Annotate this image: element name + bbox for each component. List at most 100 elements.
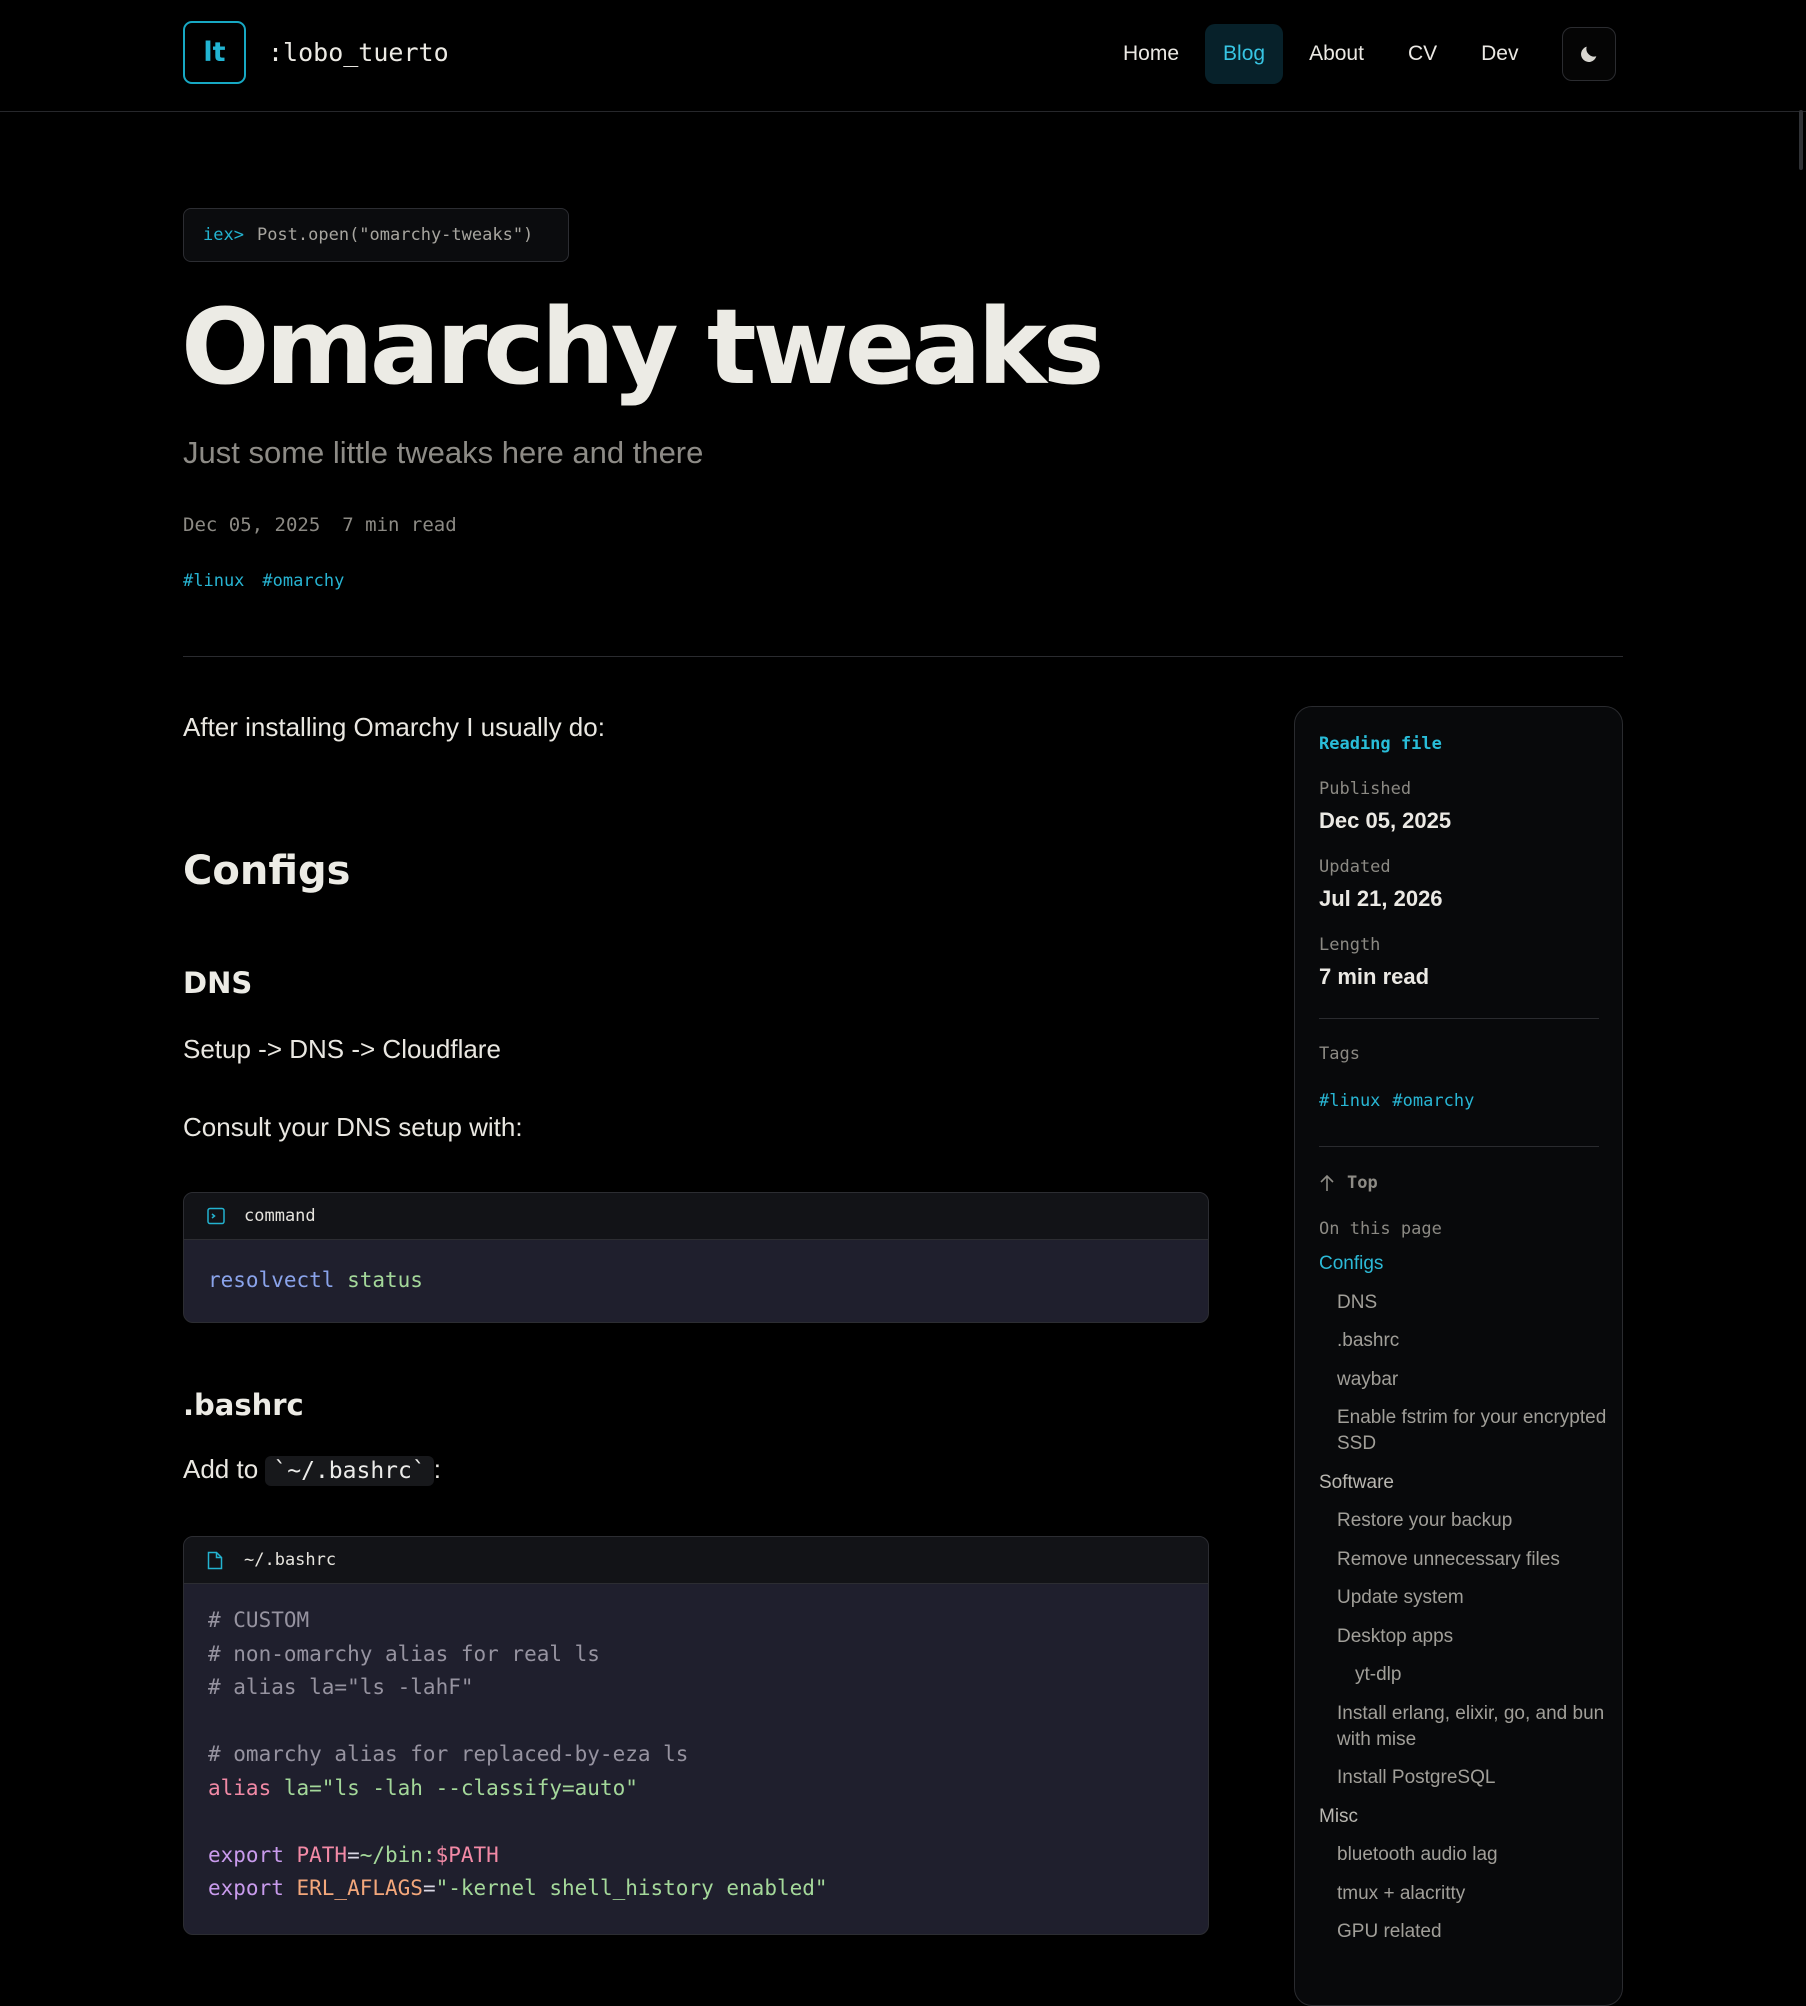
post-read-time: 7 min read	[342, 514, 457, 536]
toc-item-restore-backup[interactable]: Restore your backup	[1319, 1508, 1609, 1534]
code-token: ~/bin:	[359, 1842, 436, 1867]
length-value: 7 min read	[1319, 964, 1430, 989]
code-token: $PATH	[435, 1842, 499, 1867]
bashrc-suffix: :	[433, 1454, 441, 1484]
prompt-prefix: iex>	[203, 225, 244, 245]
code-block-bashrc: ~/.bashrc # CUSTOM # non-omarchy alias f…	[183, 1536, 1209, 1935]
tag-link[interactable]: #linux	[1319, 1091, 1380, 1111]
toc-item-software[interactable]: Software	[1319, 1470, 1609, 1496]
post-tags: #linux #omarchy	[183, 571, 344, 591]
site-logo[interactable]: lt	[183, 21, 246, 84]
table-of-contents: Configs DNS .bashrc waybar Enable fstrim…	[1319, 1251, 1609, 1958]
toc-item-bashrc[interactable]: .bashrc	[1319, 1328, 1609, 1354]
sidebar-divider	[1319, 1018, 1599, 1019]
tag-link[interactable]: #linux	[183, 571, 244, 591]
nav-dev[interactable]: Dev	[1463, 24, 1536, 84]
heading-configs: Configs	[183, 848, 351, 894]
sidebar-tags: #linux #omarchy	[1319, 1091, 1474, 1111]
nav-cv[interactable]: CV	[1390, 24, 1455, 84]
code-token: alias	[208, 1775, 272, 1800]
tag-link[interactable]: #omarchy	[262, 571, 344, 591]
code-body[interactable]: # CUSTOM # non-omarchy alias for real ls…	[184, 1584, 1208, 1906]
code-block-header: command	[184, 1193, 1208, 1240]
toc-item-desktop-apps[interactable]: Desktop apps	[1319, 1624, 1609, 1650]
code-token: =	[347, 1842, 360, 1867]
published-value: Dec 05, 2025	[1319, 808, 1452, 833]
toc-item-yt-dlp[interactable]: yt-dlp	[1319, 1662, 1609, 1688]
tag-link[interactable]: #omarchy	[1392, 1091, 1474, 1111]
code-token: "-kernel shell_history enabled"	[435, 1876, 828, 1900]
moon-icon	[1581, 46, 1597, 62]
updated-label: Updated	[1319, 857, 1391, 877]
code-block-command: command resolvectl status	[183, 1192, 1209, 1323]
toc-item-postgresql[interactable]: Install PostgreSQL	[1319, 1765, 1609, 1791]
code-line: # alias la="ls -lahF"	[208, 1675, 474, 1699]
post-date: Dec 05, 2025	[183, 514, 321, 536]
site-brand-name[interactable]: :lobo_tuerto	[268, 38, 449, 67]
file-icon	[207, 1550, 227, 1570]
nav-blog[interactable]: Blog	[1205, 24, 1284, 84]
bashrc-paragraph: Add to `~/.bashrc`:	[183, 1454, 441, 1486]
toc-item-remove-files[interactable]: Remove unnecessary files	[1319, 1547, 1609, 1573]
toc-item-waybar[interactable]: waybar	[1319, 1367, 1609, 1393]
code-block-header: ~/.bashrc	[184, 1537, 1208, 1584]
code-line: # non-omarchy alias for real ls	[208, 1641, 600, 1666]
code-token: "ls -lah --classify=auto"	[321, 1775, 638, 1800]
updated-value: Jul 21, 2026	[1319, 886, 1443, 911]
code-token: export	[208, 1842, 284, 1867]
toc-item-dns[interactable]: DNS	[1319, 1290, 1609, 1316]
nav-home[interactable]: Home	[1105, 24, 1197, 84]
toc-item-misc[interactable]: Misc	[1319, 1804, 1609, 1830]
top-label: Top	[1347, 1173, 1378, 1193]
code-token: la=	[271, 1775, 322, 1800]
dns-consult-paragraph: Consult your DNS setup with:	[183, 1112, 523, 1142]
back-to-top-link[interactable]: Top	[1319, 1173, 1378, 1193]
main-nav: Home Blog About CV Dev	[1105, 24, 1537, 84]
code-block-label: ~/.bashrc	[244, 1550, 337, 1570]
page-scrollbar[interactable]	[1799, 110, 1803, 170]
code-line: export PATH=~/bin:$PATH	[208, 1839, 1184, 1873]
toc-item-update-system[interactable]: Update system	[1319, 1585, 1609, 1611]
code-token: ERL_AFLAGS	[283, 1876, 423, 1900]
nav-about[interactable]: About	[1291, 24, 1382, 84]
post-subtitle: Just some little tweaks here and there	[183, 435, 704, 470]
code-line: # omarchy alias for replaced-by-eza ls	[208, 1742, 689, 1766]
code-token: status	[334, 1268, 423, 1292]
code-line: export ERL_AFLAGS="-kernel shell_history…	[208, 1872, 1184, 1906]
code-line: # CUSTOM	[208, 1608, 310, 1632]
terminal-icon	[207, 1206, 227, 1226]
logo-text: lt	[203, 37, 226, 68]
published-label: Published	[1319, 779, 1412, 799]
toc-item-tmux[interactable]: tmux + alacritty	[1319, 1881, 1609, 1907]
toc-label: On this page	[1319, 1219, 1442, 1239]
iex-prompt: iex> Post.open("omarchy-tweaks")	[183, 208, 569, 262]
toc-item-fstrim[interactable]: Enable fstrim for your encrypted SSD	[1319, 1405, 1609, 1457]
code-token: =	[422, 1876, 436, 1900]
code-token: export	[208, 1876, 284, 1900]
prompt-command: Post.open("omarchy-tweaks")	[256, 225, 534, 245]
dns-setup-paragraph: Setup -> DNS -> Cloudflare	[183, 1034, 501, 1064]
toc-item-gpu[interactable]: GPU related	[1319, 1919, 1609, 1945]
intro-paragraph: After installing Omarchy I usually do:	[183, 712, 605, 742]
heading-bashrc: .bashrc	[183, 1388, 304, 1422]
bashrc-prefix: Add to	[183, 1454, 259, 1484]
toc-item-mise[interactable]: Install erlang, elixir, go, and bun with…	[1319, 1701, 1609, 1753]
post-title: Omarchy tweaks	[181, 286, 1105, 408]
theme-toggle-button[interactable]	[1562, 27, 1616, 81]
reading-file-sidebar: Reading file Published Dec 05, 2025 Upda…	[1294, 706, 1623, 2006]
section-divider	[183, 656, 1623, 657]
toc-item-configs[interactable]: Configs	[1319, 1251, 1609, 1277]
heading-dns: DNS	[183, 966, 253, 1000]
code-token: PATH	[283, 1842, 348, 1867]
code-token: resolvectl	[208, 1268, 335, 1292]
inline-code: `~/.bashrc`	[265, 1456, 434, 1486]
sidebar-divider	[1319, 1146, 1599, 1147]
code-body[interactable]: resolvectl status	[184, 1240, 1208, 1298]
post-meta: Dec 05, 2025 7 min read	[183, 514, 457, 536]
code-line: resolvectl status	[208, 1264, 1184, 1298]
length-label: Length	[1319, 935, 1381, 955]
toc-item-bluetooth[interactable]: bluetooth audio lag	[1319, 1842, 1609, 1868]
tags-label: Tags	[1319, 1044, 1360, 1064]
